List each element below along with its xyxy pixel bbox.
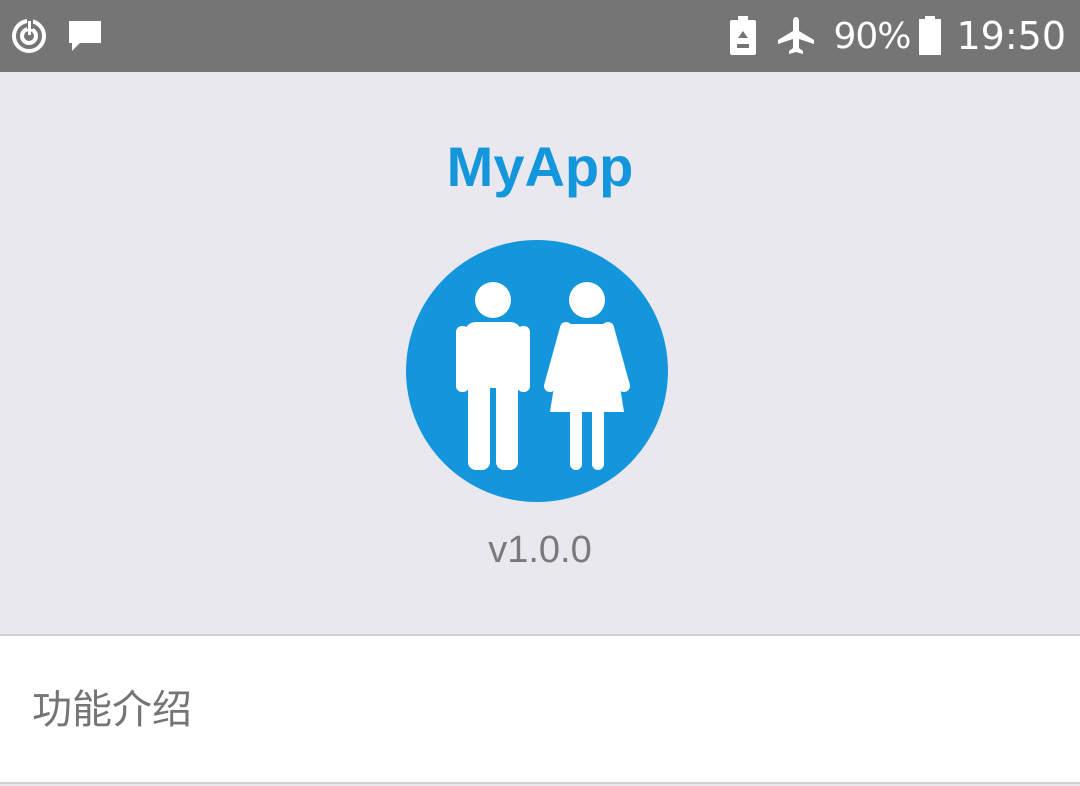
about-header: MyApp v1.0.0 <box>0 72 1080 634</box>
status-bar-right: 90% 19:50 <box>729 10 1066 62</box>
battery-percent: 90% <box>833 15 911 57</box>
battery-saver-icon <box>729 16 757 56</box>
people-icon <box>406 240 668 502</box>
app-name: MyApp <box>446 135 634 198</box>
menu-list: 功能介绍 <box>0 636 1080 782</box>
battery-icon <box>918 16 942 56</box>
menu-item-label: 功能介绍 <box>32 687 192 733</box>
status-bar-left <box>10 14 104 58</box>
app-version: v1.0.0 <box>488 529 592 571</box>
airplane-mode-icon <box>775 15 817 57</box>
clock: 19:50 <box>956 14 1066 58</box>
message-icon <box>66 17 104 55</box>
status-bar: 90% 19:50 <box>0 0 1080 72</box>
menu-item-features[interactable]: 功能介绍 <box>0 636 1080 782</box>
sync-icon <box>10 17 48 55</box>
